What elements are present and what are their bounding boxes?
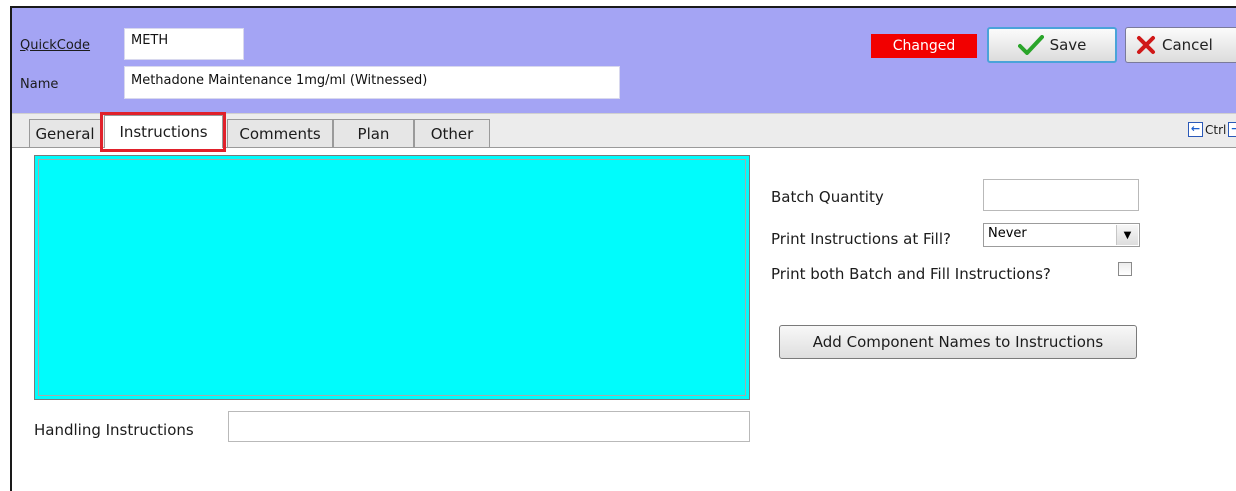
save-label: Save bbox=[1049, 36, 1087, 54]
tab-comments[interactable]: Comments bbox=[227, 119, 333, 147]
active-tab-highlight bbox=[100, 112, 226, 152]
print-at-fill-select[interactable]: Never ▼ bbox=[983, 223, 1140, 247]
tab-general[interactable]: General bbox=[29, 119, 101, 147]
dropdown-arrow-icon[interactable]: ▼ bbox=[1116, 225, 1138, 245]
status-badge: Changed bbox=[871, 34, 977, 58]
save-button[interactable]: Save bbox=[987, 27, 1117, 63]
name-input[interactable]: Methadone Maintenance 1mg/ml (Witnessed) bbox=[124, 66, 620, 99]
checkmark-icon bbox=[1017, 35, 1044, 55]
tab-plan[interactable]: Plan bbox=[333, 119, 414, 147]
tab-navigation: ← Ctrl → bbox=[1188, 122, 1236, 137]
batch-quantity-input[interactable] bbox=[983, 179, 1139, 211]
print-both-checkbox[interactable] bbox=[1118, 262, 1132, 276]
x-icon bbox=[1137, 36, 1155, 54]
arrow-right-icon[interactable]: → bbox=[1228, 122, 1236, 137]
tab-other[interactable]: Other bbox=[414, 119, 490, 147]
print-both-label: Print both Batch and Fill Instructions? bbox=[771, 265, 1051, 283]
quickcode-label: QuickCode bbox=[20, 38, 91, 53]
batch-quantity-label: Batch Quantity bbox=[771, 188, 884, 206]
add-component-names-button[interactable]: Add Component Names to Instructions bbox=[779, 325, 1137, 359]
ctrl-label: Ctrl bbox=[1205, 122, 1227, 137]
cancel-label: Cancel bbox=[1162, 36, 1213, 54]
print-at-fill-label: Print Instructions at Fill? bbox=[771, 230, 951, 248]
name-label: Name bbox=[20, 77, 59, 92]
arrow-left-icon[interactable]: ← bbox=[1188, 122, 1203, 137]
instructions-text-area[interactable] bbox=[34, 155, 750, 400]
cancel-button[interactable]: Cancel bbox=[1125, 27, 1236, 63]
quickcode-input[interactable]: METH bbox=[124, 28, 244, 60]
print-at-fill-value: Never bbox=[988, 226, 1027, 241]
handling-instructions-input[interactable] bbox=[228, 411, 750, 442]
handling-instructions-label: Handling Instructions bbox=[34, 421, 194, 439]
